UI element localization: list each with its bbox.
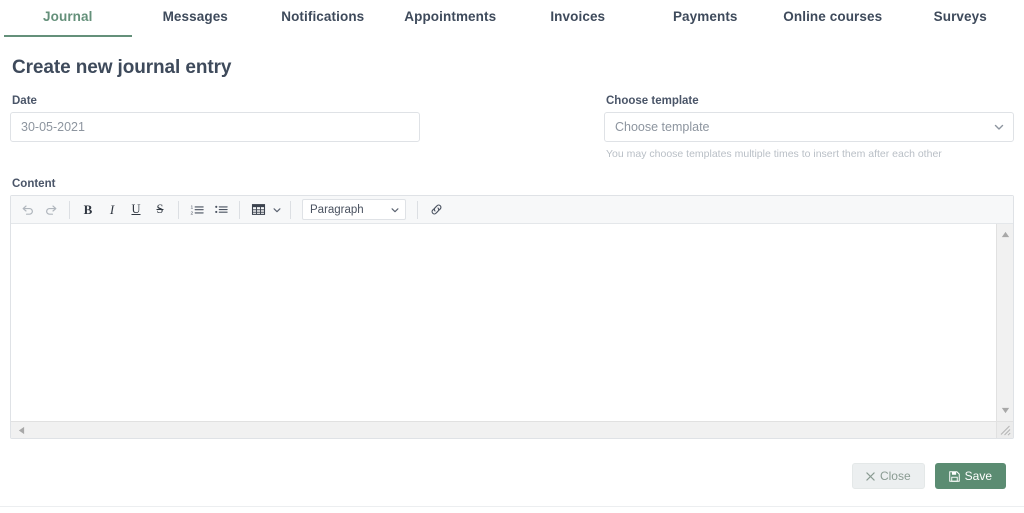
choose-template-select-wrap: Choose template <box>604 112 1014 142</box>
tab-online-courses[interactable]: Online courses <box>769 0 897 39</box>
editor-toolbar: B I U S 1 2 Paragraph <box>11 196 1013 224</box>
choose-template-selected-value: Choose template <box>615 120 710 134</box>
tab-journal[interactable]: Journal <box>4 0 132 39</box>
chevron-down-icon[interactable] <box>270 199 284 221</box>
toolbar-separator <box>239 200 240 219</box>
underline-icon[interactable]: U <box>125 199 147 221</box>
chevron-down-icon <box>390 205 400 215</box>
undo-icon[interactable] <box>16 199 38 221</box>
rich-text-editor: B I U S 1 2 Paragraph <box>10 195 1014 439</box>
table-icon[interactable] <box>247 199 269 221</box>
table-control[interactable] <box>246 199 284 221</box>
date-field-group: Date <box>10 95 604 160</box>
tab-label: Appointments <box>404 9 497 24</box>
format-select-value: Paragraph <box>310 203 364 216</box>
toolbar-separator <box>417 200 418 219</box>
journal-entry-page: Journal Messages Notifications Appointme… <box>0 0 1024 513</box>
date-label: Date <box>12 95 37 107</box>
page-title: Create new journal entry <box>12 57 232 78</box>
bold-icon[interactable]: B <box>77 199 99 221</box>
tab-notifications[interactable]: Notifications <box>259 0 387 39</box>
editor-horizontal-scrollbar[interactable] <box>11 421 996 438</box>
redo-icon[interactable] <box>40 199 62 221</box>
tab-label: Surveys <box>933 9 987 24</box>
content-textarea[interactable] <box>11 224 996 421</box>
italic-icon[interactable]: I <box>101 199 123 221</box>
editor-body-wrap <box>11 224 1013 421</box>
form-row-top: Date Choose template Choose template You… <box>10 95 1014 160</box>
tab-invoices[interactable]: Invoices <box>514 0 642 39</box>
content-field-group: Content B I U S 1 2 Paragraph <box>10 178 1014 439</box>
toolbar-separator <box>178 200 179 219</box>
bullet-list-icon[interactable] <box>210 199 232 221</box>
choose-template-helper-text: You may choose templates multiple times … <box>606 148 942 160</box>
toolbar-separator <box>290 200 291 219</box>
strikethrough-icon[interactable]: S <box>149 199 171 221</box>
form-actions: Close Save <box>10 463 1014 489</box>
scroll-down-arrow-icon[interactable] <box>997 402 1014 419</box>
tab-label: Notifications <box>281 9 365 24</box>
tab-label: Payments <box>672 9 738 24</box>
tab-appointments[interactable]: Appointments <box>387 0 515 39</box>
save-button[interactable]: Save <box>934 463 1006 489</box>
scroll-left-arrow-icon[interactable] <box>13 422 30 439</box>
tab-payments[interactable]: Payments <box>642 0 770 39</box>
scroll-up-arrow-icon[interactable] <box>997 226 1014 243</box>
content-label: Content <box>12 178 56 190</box>
editor-vertical-scrollbar[interactable] <box>996 224 1013 421</box>
page-content: Create new journal entry Date Choose tem… <box>0 57 1024 489</box>
bottom-divider <box>0 506 1024 507</box>
svg-text:2: 2 <box>190 211 193 217</box>
toolbar-separator <box>69 200 70 219</box>
template-field-group: Choose template Choose template You may … <box>604 95 1014 160</box>
resize-grip-handle[interactable] <box>996 421 1013 438</box>
tab-label: Invoices <box>550 9 606 24</box>
tab-label: Messages <box>162 9 228 24</box>
close-button-label: Close <box>879 469 911 483</box>
format-select[interactable]: Paragraph <box>302 199 406 220</box>
date-input[interactable] <box>10 112 420 142</box>
save-button-label: Save <box>964 469 992 483</box>
tab-surveys[interactable]: Surveys <box>897 0 1024 39</box>
editor-bottom-scroll-area <box>11 421 1013 438</box>
tab-label: Journal <box>43 9 93 24</box>
ordered-list-icon[interactable]: 1 2 <box>186 199 208 221</box>
main-tab-bar: Journal Messages Notifications Appointme… <box>0 0 1024 39</box>
floppy-disk-save-icon <box>948 470 960 482</box>
tab-messages[interactable]: Messages <box>132 0 260 39</box>
close-button[interactable]: Close <box>851 463 925 489</box>
svg-text:1: 1 <box>190 205 193 211</box>
tab-label: Online courses <box>783 9 883 24</box>
close-x-icon <box>866 471 875 481</box>
choose-template-select[interactable]: Choose template <box>604 112 1014 142</box>
choose-template-label: Choose template <box>606 95 699 107</box>
link-icon[interactable] <box>425 199 447 221</box>
